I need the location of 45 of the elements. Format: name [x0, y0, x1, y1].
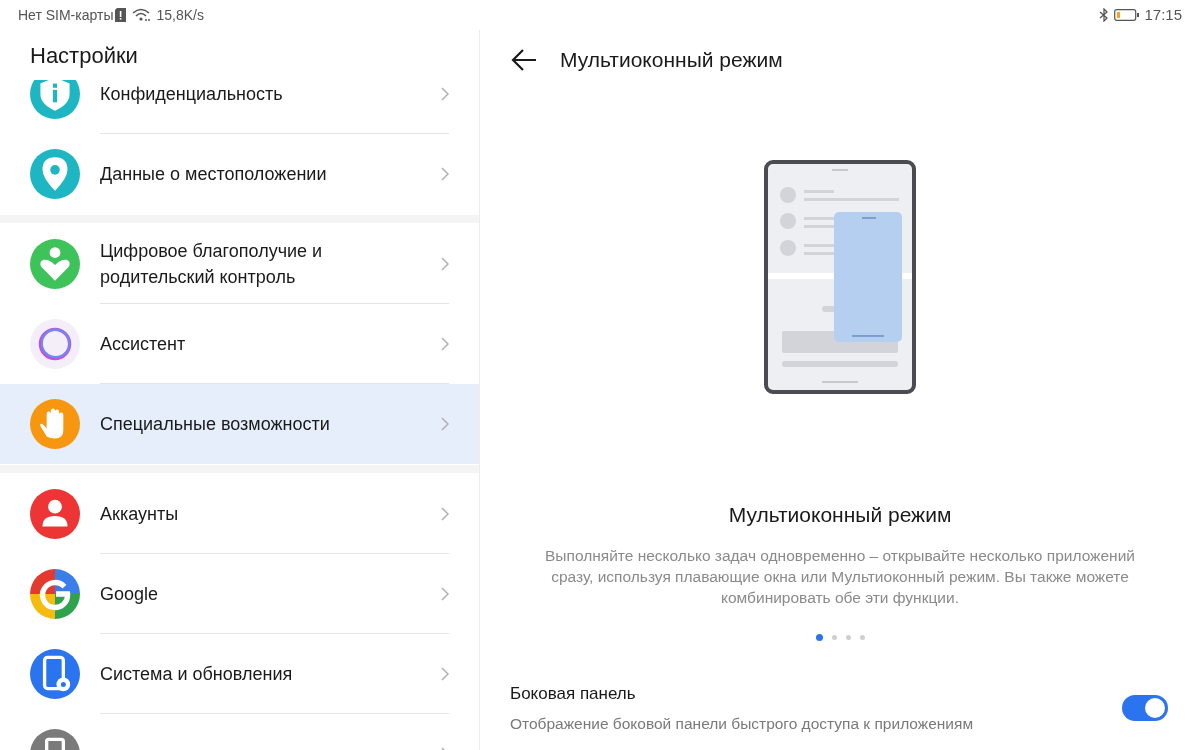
sim-alert-icon	[115, 8, 127, 22]
settings-item[interactable]: Данные о местоположении	[0, 134, 479, 214]
item-label: Специальные возможности	[100, 413, 331, 436]
tablet-gear-icon	[30, 649, 80, 699]
assistant-ring-icon	[30, 319, 80, 369]
location-pin-icon	[30, 149, 80, 199]
network-speed-text: 15,8K/s	[156, 5, 204, 25]
clock-text: 17:15	[1144, 4, 1182, 25]
feature-title: Мультиоконный режим	[727, 502, 953, 528]
google-g-icon	[30, 569, 80, 619]
carrier-text: Нет SIM-карты	[18, 5, 114, 25]
item-label: Ассистент	[100, 332, 187, 356]
chevron-right-icon	[441, 417, 449, 431]
item-label: Конфиденциальность	[100, 82, 284, 106]
settings-item[interactable]: Конфиденциальность	[0, 80, 479, 134]
hand-icon	[30, 399, 80, 449]
bluetooth-icon	[1099, 8, 1110, 22]
back-arrow-icon[interactable]	[510, 48, 538, 72]
item-label: Цифровое благополучие и родительский контроль	[100, 239, 324, 289]
heart-person-icon	[30, 239, 80, 289]
page-title: Мультиоконный режим	[560, 47, 783, 74]
wifi-icon	[132, 8, 151, 22]
chevron-right-icon	[441, 666, 449, 681]
chevron-right-icon	[441, 167, 449, 181]
settings-item[interactable]: Специальные возможности	[0, 384, 479, 464]
toggle-switch[interactable]	[1122, 694, 1168, 721]
item-label: Система и обновления	[100, 662, 294, 686]
chevron-right-icon	[441, 506, 449, 521]
item-label: Google	[100, 582, 160, 606]
settings-item[interactable]: Аккаунты	[0, 474, 479, 554]
battery-icon	[1114, 8, 1141, 22]
chevron-right-icon	[441, 256, 449, 271]
settings-item[interactable]: Система и обновления	[0, 634, 479, 714]
settings-title: Настройки	[30, 41, 138, 70]
chevron-right-icon	[441, 336, 449, 351]
item-label: Аккаунты	[100, 502, 180, 526]
settings-item[interactable]: Google	[0, 554, 479, 634]
chevron-right-icon	[441, 86, 449, 101]
setting-description: Отображение боковой панели быстрого доступа к приложениям	[510, 714, 975, 734]
feature-description: Выполняйте несколько задач одновременно – открывайте несколько приложений сразу, используя плавающие окна или Мультиоконный режим. Вы также можете комбинировать обе эти функции.	[544, 545, 1136, 608]
chevron-right-icon	[441, 586, 449, 601]
item-label: Данные о местоположении	[100, 163, 328, 186]
setting-title: Боковая панель	[510, 682, 637, 705]
settings-item[interactable]: Цифровое благополучие и родительский контроль	[0, 224, 479, 304]
person-icon	[30, 489, 80, 539]
